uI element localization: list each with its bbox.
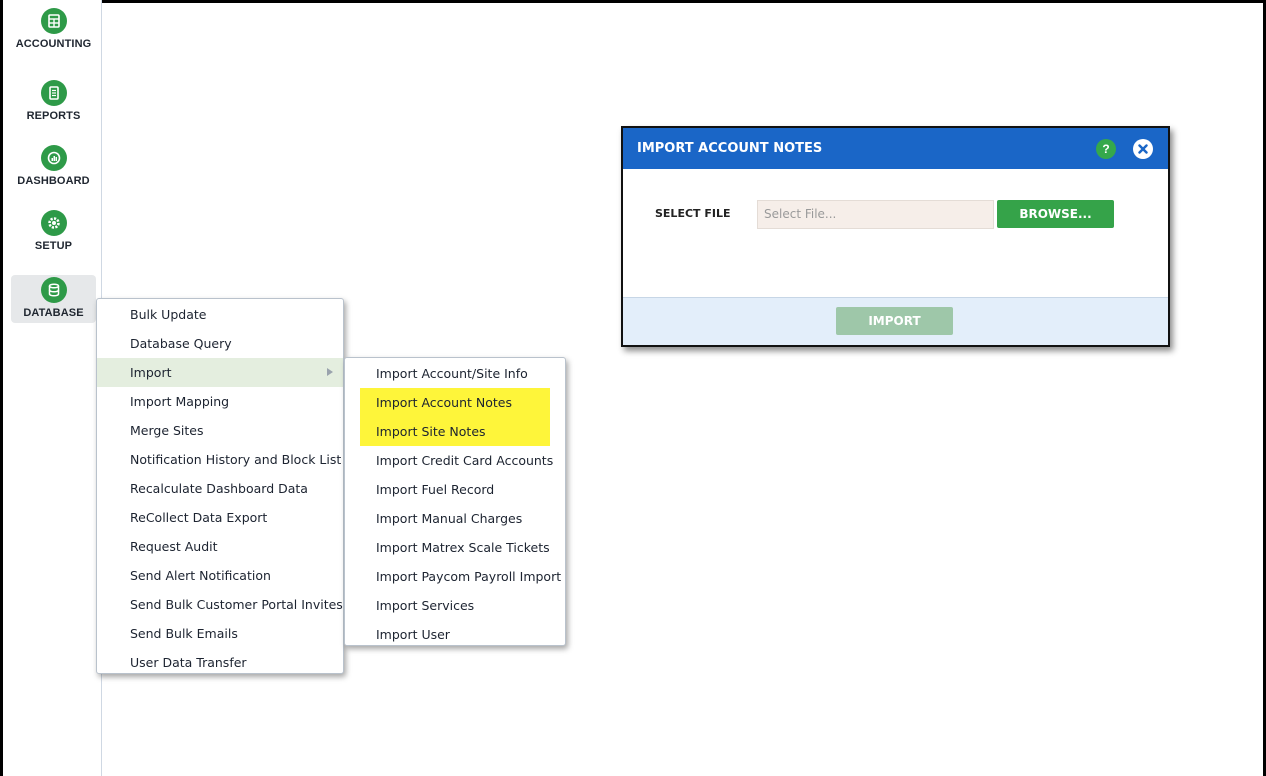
import-account-notes-dialog: IMPORT ACCOUNT NOTES ? SELECT FILE Selec…: [621, 126, 1170, 347]
database-icon: [40, 277, 67, 303]
menu-item-label: ReCollect Data Export: [130, 510, 268, 525]
menu-item-import-credit-card-accounts[interactable]: Import Credit Card Accounts: [345, 446, 565, 475]
select-file-input[interactable]: Select File...: [757, 200, 994, 229]
gear-icon: [40, 210, 67, 236]
select-file-label: SELECT FILE: [655, 207, 731, 220]
menu-item-label: User Data Transfer: [130, 655, 247, 670]
dashboard-icon: [40, 145, 67, 171]
menu-item-label: Import Services: [376, 598, 475, 613]
sidebar-item-label: DASHBOARD: [17, 175, 90, 187]
menu-item-merge-sites[interactable]: Merge Sites: [97, 416, 343, 445]
menu-item-import-site-notes[interactable]: Import Site Notes: [360, 417, 550, 446]
menu-item-import-account-notes[interactable]: Import Account Notes: [360, 388, 550, 417]
menu-item-import-matrex-scale-tickets[interactable]: Import Matrex Scale Tickets: [345, 533, 565, 562]
menu-item-label: Notification History and Block List: [130, 452, 342, 467]
sidebar-item-label: DATABASE: [23, 307, 84, 319]
dialog-header: IMPORT ACCOUNT NOTES: [623, 128, 1168, 169]
menu-item-user-data-transfer[interactable]: User Data Transfer: [97, 648, 343, 677]
sidebar: ACCOUNTING REPORTS DASHBOARD SETUP DATAB…: [3, 0, 102, 776]
sidebar-item-reports[interactable]: REPORTS: [11, 80, 96, 122]
menu-item-label: Database Query: [130, 336, 232, 351]
menu-item-send-alert-notification[interactable]: Send Alert Notification: [97, 561, 343, 590]
close-icon[interactable]: [1133, 139, 1153, 159]
accounting-icon: [40, 8, 67, 34]
import-submenu: Import Account/Site Info Import Account …: [344, 357, 566, 646]
menu-item-send-bulk-emails[interactable]: Send Bulk Emails: [97, 619, 343, 648]
menu-item-label: Bulk Update: [130, 307, 207, 322]
import-button[interactable]: IMPORT: [836, 307, 953, 335]
menu-item-label: Import User: [376, 627, 450, 642]
dialog-body: SELECT FILE Select File... BROWSE...: [623, 169, 1168, 297]
menu-item-label: Import: [130, 365, 172, 380]
menu-item-notification-history[interactable]: Notification History and Block List: [97, 445, 343, 474]
menu-item-import-services[interactable]: Import Services: [345, 591, 565, 620]
menu-item-label: Send Alert Notification: [130, 568, 271, 583]
menu-item-import-manual-charges[interactable]: Import Manual Charges: [345, 504, 565, 533]
sidebar-item-label: ACCOUNTING: [15, 38, 92, 50]
sidebar-item-label: REPORTS: [26, 110, 81, 122]
sidebar-item-label: SETUP: [34, 240, 73, 252]
menu-item-database-query[interactable]: Database Query: [97, 329, 343, 358]
menu-item-import-paycom-payroll[interactable]: Import Paycom Payroll Import: [345, 562, 565, 591]
menu-item-recollect-data-export[interactable]: ReCollect Data Export: [97, 503, 343, 532]
database-menu: Bulk Update Database Query Import Import…: [96, 298, 344, 674]
help-icon[interactable]: ?: [1096, 139, 1116, 159]
menu-item-label: Import Credit Card Accounts: [376, 453, 554, 468]
sidebar-item-dashboard[interactable]: DASHBOARD: [11, 145, 96, 187]
menu-item-label: Import Site Notes: [376, 424, 486, 439]
menu-item-bulk-update[interactable]: Bulk Update: [97, 300, 343, 329]
dialog-title: IMPORT ACCOUNT NOTES: [637, 141, 823, 156]
menu-item-label: Send Bulk Customer Portal Invites: [130, 597, 343, 612]
menu-item-label: Merge Sites: [130, 423, 204, 438]
dialog-footer: IMPORT: [623, 297, 1168, 345]
menu-item-label: Import Account/Site Info: [376, 366, 528, 381]
sidebar-item-accounting[interactable]: ACCOUNTING: [11, 8, 96, 50]
menu-item-import[interactable]: Import: [97, 358, 343, 387]
sidebar-item-setup[interactable]: SETUP: [11, 210, 96, 252]
menu-item-label: Import Manual Charges: [376, 511, 523, 526]
menu-item-send-bulk-portal-invites[interactable]: Send Bulk Customer Portal Invites: [97, 590, 343, 619]
submenu-arrow-icon: [327, 368, 333, 376]
menu-item-request-audit[interactable]: Request Audit: [97, 532, 343, 561]
menu-item-label: Recalculate Dashboard Data: [130, 481, 308, 496]
menu-item-label: Import Account Notes: [376, 395, 513, 410]
sidebar-item-database[interactable]: DATABASE: [11, 275, 96, 323]
browse-button[interactable]: BROWSE...: [997, 200, 1114, 228]
menu-item-import-fuel-record[interactable]: Import Fuel Record: [345, 475, 565, 504]
menu-item-label: Import Mapping: [130, 394, 230, 409]
menu-item-import-mapping[interactable]: Import Mapping: [97, 387, 343, 416]
menu-item-label: Send Bulk Emails: [130, 626, 238, 641]
menu-item-label: Import Fuel Record: [376, 482, 495, 497]
menu-item-label: Import Paycom Payroll Import: [376, 569, 562, 584]
menu-item-import-account-site-info[interactable]: Import Account/Site Info: [345, 359, 565, 388]
menu-item-label: Import Matrex Scale Tickets: [376, 540, 550, 555]
menu-item-label: Request Audit: [130, 539, 218, 554]
menu-item-import-user[interactable]: Import User: [345, 620, 565, 649]
reports-icon: [40, 80, 67, 106]
menu-item-recalculate-dashboard[interactable]: Recalculate Dashboard Data: [97, 474, 343, 503]
